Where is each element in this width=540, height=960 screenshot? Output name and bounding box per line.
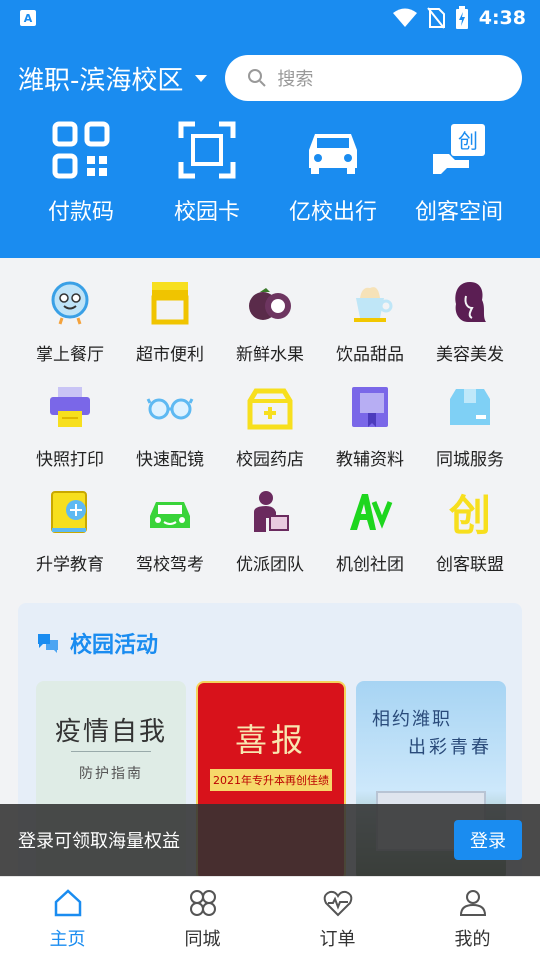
tab-label: 主页	[49, 928, 86, 950]
status-bar: A 4:38	[0, 0, 540, 36]
grid-item-education[interactable]: 升学教育	[20, 486, 120, 575]
hair-silhouette-icon	[455, 282, 486, 322]
search-input[interactable]: 搜索	[225, 55, 522, 101]
quick-maker-space[interactable]: 创 创客空间	[404, 120, 514, 226]
quick-transport[interactable]: 亿校出行	[278, 120, 388, 226]
card-title: 相约潍职	[372, 709, 452, 730]
grid-label: 掌上餐厅	[36, 345, 104, 365]
app-notification-icon: A	[20, 10, 36, 26]
grid-item-glasses[interactable]: 快速配镜	[120, 381, 220, 470]
grid-item-books[interactable]: 教辅资料	[320, 381, 420, 470]
grid-label: 校园药店	[236, 450, 304, 470]
card-subtitle: 2021年专升本再创佳绩	[210, 769, 332, 791]
tab-label: 我的	[454, 928, 491, 950]
mangosteen-icon	[249, 288, 291, 320]
grid-item-fruit[interactable]: 新鲜水果	[220, 276, 320, 365]
campus-selector[interactable]: 潍职-滨海校区	[18, 60, 208, 97]
bottom-tab-bar: 主页 同城 订单 我的	[0, 876, 540, 960]
grid-item-local-service[interactable]: 同城服务	[420, 381, 520, 470]
quick-label: 付款码	[47, 200, 114, 225]
login-prompt-bar: 登录可领取海量权益 登录	[0, 804, 540, 876]
grid-label: 同城服务	[436, 450, 504, 470]
login-prompt-text: 登录可领取海量权益	[18, 831, 180, 852]
glasses-icon	[146, 398, 194, 420]
no-sim-icon	[426, 7, 445, 29]
car-icon	[309, 134, 357, 174]
card-title: 喜报	[234, 721, 307, 759]
grid-item-print[interactable]: 快照打印	[20, 381, 120, 470]
grid-item-supermarket[interactable]: 超市便利	[120, 276, 220, 365]
quick-actions: 付款码 校园卡 亿校出行 创 创客空间	[18, 120, 522, 226]
grid-label: 优派团队	[236, 555, 304, 575]
grid-label: 超市便利	[136, 345, 204, 365]
tab-local[interactable]: 同城	[153, 887, 253, 951]
grid-label: 教辅资料	[336, 450, 404, 470]
battery-charging-icon	[455, 6, 468, 29]
chat-bubble-icon	[38, 634, 58, 653]
grid-label: 创客联盟	[436, 555, 504, 575]
user-icon	[459, 889, 486, 916]
login-button[interactable]: 登录	[454, 820, 522, 860]
medicine-box-icon	[247, 388, 293, 430]
campus-name: 潍职-滨海校区	[18, 65, 184, 96]
service-grid: 掌上餐厅 超市便利 新鲜水果 饮品甜品 美容美发 快照打印 快速配镜 校园药店 …	[0, 258, 540, 575]
grid-label: 升学教育	[36, 555, 104, 575]
svg-text:创: 创	[449, 491, 491, 536]
wifi-icon	[392, 8, 417, 27]
grid-item-club[interactable]: 机创社团	[320, 486, 420, 575]
grid-label: 快照打印	[36, 450, 104, 470]
svg-text:创: 创	[458, 129, 478, 153]
grid-label: 饮品甜品	[336, 345, 404, 365]
grid-label: 驾校驾考	[136, 555, 204, 575]
scan-frame-icon	[178, 121, 236, 179]
clock: 4:38	[478, 7, 526, 29]
maker-hand-icon: 创	[433, 124, 485, 174]
box-icon	[450, 389, 490, 425]
education-book-icon	[51, 491, 87, 533]
chuang-logo-icon: 创	[449, 491, 491, 536]
delivery-person-icon	[254, 491, 289, 532]
quick-pay-code[interactable]: 付款码	[26, 120, 136, 226]
drink-cup-icon	[354, 287, 393, 322]
grid-label: 新鲜水果	[236, 345, 304, 365]
tab-label: 同城	[184, 928, 221, 950]
grid-label: 机创社团	[336, 555, 404, 575]
driving-car-icon	[150, 502, 190, 528]
quick-campus-card[interactable]: 校园卡	[152, 120, 262, 226]
tab-label: 订单	[319, 928, 356, 950]
grid-item-team[interactable]: 优派团队	[220, 486, 320, 575]
card-subtitle: 出彩青春	[408, 737, 492, 758]
header: 潍职-滨海校区 搜索 付款码 校园卡 亿校出行 创 创客空间	[0, 36, 540, 258]
heart-pulse-icon	[323, 890, 352, 916]
grid-label: 美容美发	[436, 345, 504, 365]
activity-title: 校园活动	[70, 633, 159, 658]
quick-label: 亿校出行	[288, 200, 377, 225]
grid-item-restaurant[interactable]: 掌上餐厅	[20, 276, 120, 365]
caret-down-icon	[195, 74, 208, 82]
four-leaf-icon	[189, 889, 216, 916]
grid-item-pharmacy[interactable]: 校园药店	[220, 381, 320, 470]
tab-home[interactable]: 主页	[18, 887, 118, 951]
search-placeholder: 搜索	[277, 69, 314, 90]
search-icon	[248, 69, 267, 87]
card-title: 疫情自我	[54, 717, 167, 747]
home-icon	[54, 888, 81, 916]
quick-label: 创客空间	[414, 200, 503, 225]
printer-icon	[50, 387, 90, 427]
qr-code-icon	[52, 121, 110, 179]
tab-orders[interactable]: 订单	[288, 887, 388, 951]
book-icon	[352, 387, 388, 427]
card-divider	[71, 751, 151, 752]
tab-mine[interactable]: 我的	[423, 887, 523, 951]
grid-label: 快速配镜	[136, 450, 204, 470]
store-icon	[151, 282, 189, 325]
card-subtitle: 防护指南	[79, 766, 143, 782]
grid-item-drinks[interactable]: 饮品甜品	[320, 276, 420, 365]
grid-item-maker-league[interactable]: 创 创客联盟	[420, 486, 520, 575]
restaurant-mascot-icon	[51, 281, 89, 325]
av-logo-icon	[350, 494, 393, 530]
grid-item-driving[interactable]: 驾校驾考	[120, 486, 220, 575]
grid-item-beauty[interactable]: 美容美发	[420, 276, 520, 365]
quick-label: 校园卡	[173, 200, 240, 225]
